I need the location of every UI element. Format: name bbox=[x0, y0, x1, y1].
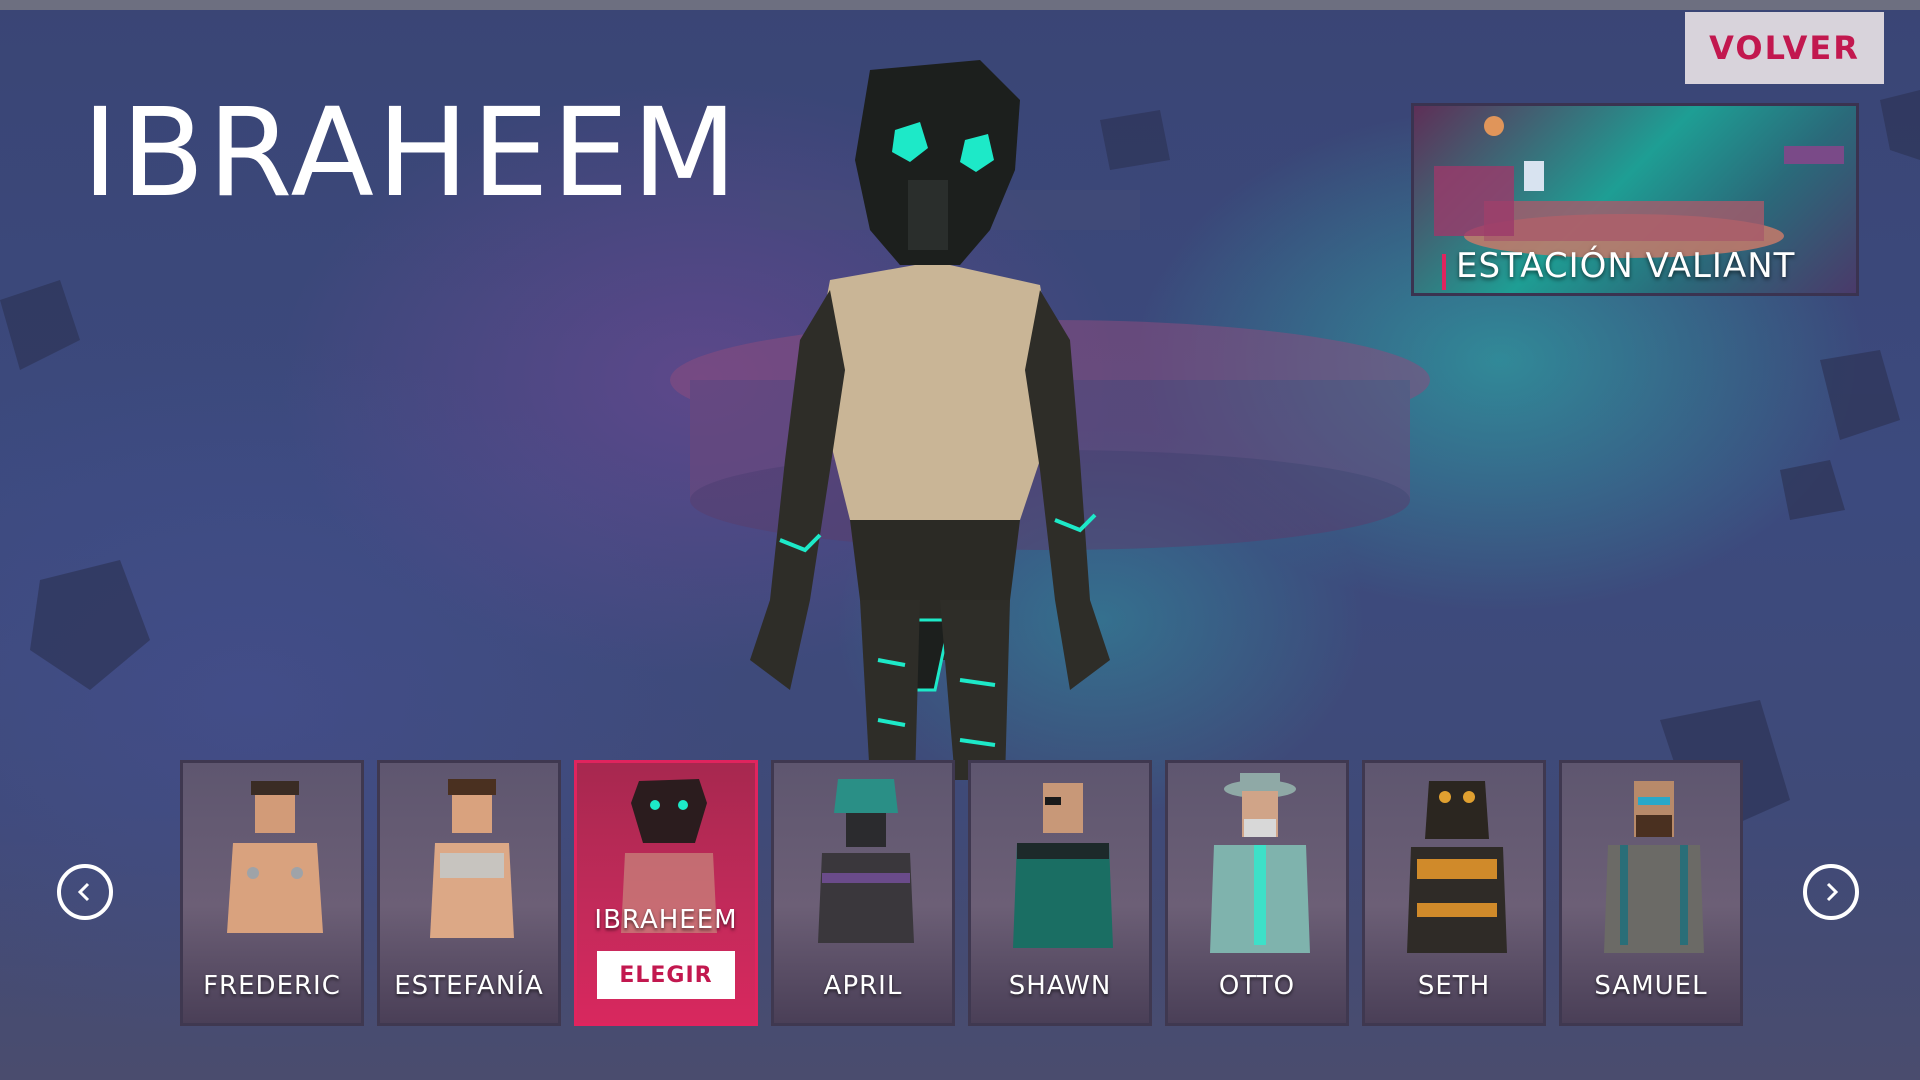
chevron-left-icon bbox=[77, 882, 90, 902]
character-card-seth[interactable]: SETH bbox=[1362, 760, 1546, 1026]
chevron-right-icon bbox=[1826, 882, 1839, 902]
character-card-name: FREDERIC bbox=[203, 971, 341, 1001]
roster-next-button[interactable] bbox=[1803, 864, 1859, 920]
character-card-name: SAMUEL bbox=[1594, 971, 1708, 1001]
character-model bbox=[750, 60, 1110, 780]
character-card-name: APRIL bbox=[823, 971, 903, 1001]
character-card-name: ESTEFANÍA bbox=[394, 971, 544, 1001]
character-card-name: SHAWN bbox=[1008, 971, 1112, 1001]
character-card-estefania[interactable]: ESTEFANÍA bbox=[377, 760, 561, 1026]
character-card-otto[interactable]: OTTO bbox=[1165, 760, 1349, 1026]
location-accent-bar bbox=[1442, 254, 1446, 290]
character-card-ibraheem[interactable]: IBRAHEEM ELEGIR bbox=[574, 760, 758, 1026]
location-card[interactable]: ESTACIÓN VALIANT bbox=[1411, 103, 1859, 296]
character-card-frederic[interactable]: FREDERIC bbox=[180, 760, 364, 1026]
character-card-name: IBRAHEEM bbox=[594, 905, 738, 935]
roster-prev-button[interactable] bbox=[57, 864, 113, 920]
character-card-name: OTTO bbox=[1218, 971, 1296, 1001]
character-name-title: IBRAHEEM bbox=[82, 82, 741, 224]
back-button[interactable]: VOLVER bbox=[1685, 12, 1884, 84]
character-card-april[interactable]: APRIL bbox=[771, 760, 955, 1026]
character-card-shawn[interactable]: SHAWN bbox=[968, 760, 1152, 1026]
character-card-name: SETH bbox=[1417, 971, 1491, 1001]
character-roster: FREDERIC ESTEFANÍA IBRAHEEM ELEGIR APRIL bbox=[180, 760, 1748, 1030]
location-name: ESTACIÓN VALIANT bbox=[1456, 246, 1796, 286]
choose-character-button[interactable]: ELEGIR bbox=[597, 951, 735, 999]
character-card-samuel[interactable]: SAMUEL bbox=[1559, 760, 1743, 1026]
